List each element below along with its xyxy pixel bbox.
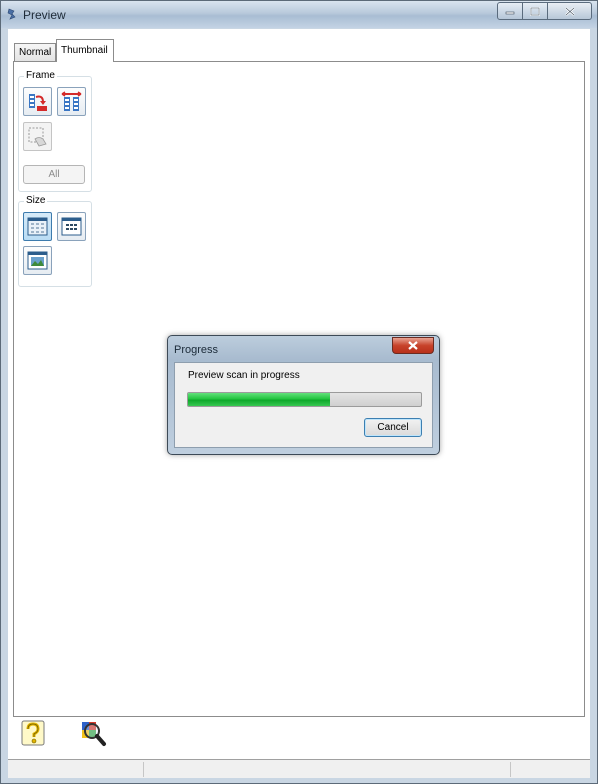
maximize-button[interactable] — [523, 2, 548, 20]
cancel-button[interactable]: Cancel — [364, 418, 422, 437]
app-icon — [7, 8, 16, 20]
size-group: Size — [18, 195, 92, 287]
close-icon — [408, 341, 418, 350]
size-legend: Size — [24, 195, 48, 206]
status-bar — [8, 759, 590, 778]
tab-thumbnail[interactable]: Thumbnail — [56, 39, 114, 62]
minimize-icon — [505, 11, 515, 15]
auto-locate-icon — [29, 94, 47, 111]
status-separator — [510, 762, 511, 777]
help-icon — [21, 720, 45, 746]
progress-message: Preview scan in progress — [188, 370, 300, 381]
delete-frame-icon — [61, 91, 82, 111]
small-thumbnails-button[interactable] — [23, 212, 52, 241]
close-icon — [564, 6, 575, 16]
large-thumbnail-button[interactable] — [23, 246, 52, 275]
auto-locate-button[interactable] — [23, 87, 52, 116]
status-separator — [143, 762, 144, 777]
frame-legend: Frame — [24, 70, 57, 81]
progress-bar — [187, 392, 422, 407]
medium-thumbnails-icon — [61, 217, 82, 236]
maximize-icon — [530, 6, 540, 16]
all-button[interactable]: All — [23, 165, 85, 184]
marquee-icon — [28, 127, 47, 147]
progress-fill — [188, 393, 331, 406]
marquee-button[interactable] — [23, 122, 52, 151]
dialog-title: Progress — [174, 344, 219, 356]
small-thumbnails-icon — [27, 217, 48, 236]
title-bar[interactable]: Preview — [1, 1, 597, 28]
magnifier-icon — [82, 722, 106, 746]
close-button[interactable] — [548, 2, 592, 20]
help-button[interactable] — [19, 719, 47, 747]
preview-scan-button[interactable] — [79, 719, 107, 747]
caption-buttons — [497, 2, 592, 21]
minimize-button[interactable] — [497, 2, 523, 20]
window-title: Preview — [23, 8, 66, 22]
delete-frame-button[interactable] — [57, 87, 86, 116]
medium-thumbnails-button[interactable] — [57, 212, 86, 241]
tab-normal[interactable]: Normal — [14, 43, 56, 61]
dialog-body: Preview scan in progress Cancel — [174, 362, 433, 448]
dialog-close-button[interactable] — [392, 337, 434, 354]
progress-dialog: Progress Preview scan in progress Cancel — [167, 335, 440, 455]
large-thumbnail-icon — [27, 251, 48, 270]
frame-group: Frame All — [18, 70, 92, 192]
